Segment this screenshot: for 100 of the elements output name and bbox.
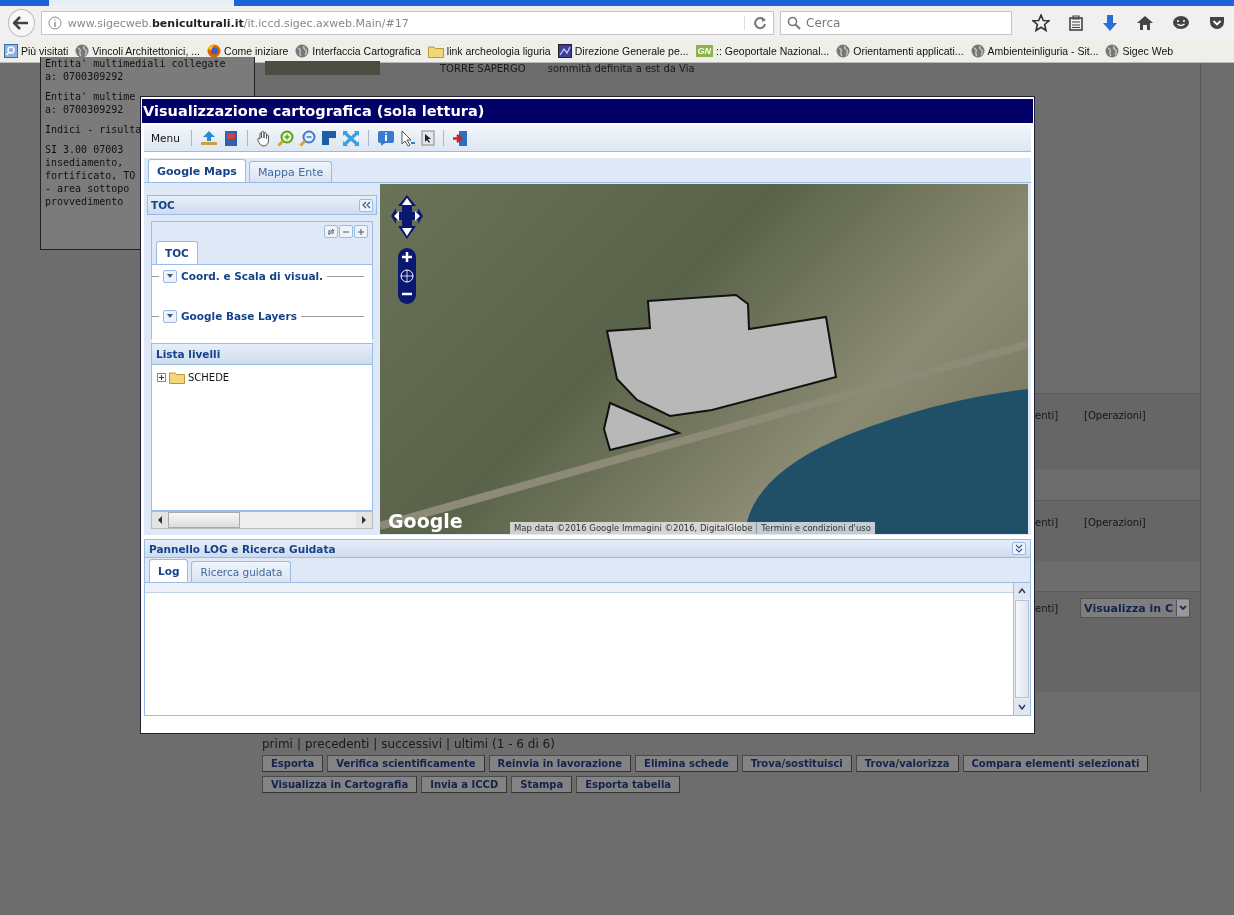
gn-badge: GN (695, 45, 714, 57)
expand-button[interactable] (1012, 542, 1026, 555)
download-icon[interactable] (1102, 14, 1118, 32)
search-icon (4, 44, 18, 58)
caret-icon (166, 313, 174, 319)
globe-icon (295, 44, 310, 58)
refresh-icon (327, 227, 335, 236)
extent-icon[interactable] (320, 130, 337, 146)
smiley-icon[interactable] (1172, 15, 1190, 31)
action-button[interactable]: Verifica scientificamente (327, 755, 485, 772)
action-button[interactable]: Compara elementi selezionati (962, 755, 1149, 772)
bookmark-item[interactable]: Più visitati (4, 44, 69, 58)
bookmark-item[interactable]: Vincoli Architettonici, ... (75, 44, 201, 58)
horizontal-scrollbar[interactable] (151, 511, 373, 529)
record-description: sommità definita a est da Via (547, 62, 695, 74)
search-field[interactable]: Cerca (780, 11, 1012, 35)
layer-item[interactable]: SCHEDE (157, 371, 367, 384)
cursor-icon[interactable] (420, 130, 435, 146)
action-button[interactable]: Esporta tabella (576, 776, 681, 793)
vertical-scrollbar[interactable] (1013, 583, 1030, 715)
search-icon (787, 16, 801, 30)
info-icon (47, 16, 62, 30)
info-text: insediamento, (45, 156, 124, 169)
plus-icon (357, 227, 365, 236)
book-icon[interactable] (222, 129, 239, 147)
log-tab[interactable]: Log (149, 559, 189, 582)
pointer-icon[interactable] (399, 129, 416, 147)
info-text: Indici - risulta (45, 123, 142, 136)
bookmark-item[interactable]: Interfaccia Cartografica (295, 44, 421, 58)
bookmark-item[interactable]: Ambienteinliguria - Sit... (970, 44, 1099, 58)
url-field[interactable]: www.sigecweb.beniculturali.it/it.iccd.sigec.axweb.Main/#17 (40, 11, 774, 35)
bookmark-item[interactable]: link archeologia liguria (427, 44, 551, 58)
bookmark-item[interactable]: Direzione Generale pe... (557, 44, 689, 58)
group-toggle[interactable] (163, 309, 177, 323)
panel-title: TOC (151, 199, 175, 211)
bookmark-item[interactable]: GN :: Geoportale Nazional... (695, 45, 830, 57)
panel-title: Pannello LOG e Ricerca Guidata (149, 542, 336, 555)
bookmark-item[interactable]: Orientamenti applicati... (836, 44, 964, 58)
double-chevron-down-icon (1015, 544, 1023, 553)
menu-button[interactable]: Menu (148, 132, 183, 144)
scroll-up-icon (1018, 588, 1026, 594)
reading-list-icon[interactable] (1068, 15, 1084, 31)
separator: | (373, 737, 378, 751)
info-text: SI 3.00 07003 (45, 143, 124, 156)
group-label: Google Base Layers (181, 310, 297, 322)
action-button[interactable]: Reinvia in lavorazione (488, 755, 632, 772)
reload-icon[interactable] (744, 16, 767, 30)
action-button[interactable]: Trova/valorizza (855, 755, 959, 772)
folder-icon (427, 44, 444, 58)
zoom-out-icon[interactable] (298, 129, 316, 147)
table-cell: enti] (1035, 517, 1059, 528)
action-button[interactable]: Trova/sostituisci (741, 755, 852, 772)
caret-icon (1176, 600, 1190, 616)
caret-icon (166, 273, 174, 279)
info-text: a: 0700309292 (45, 103, 124, 116)
map-tab[interactable]: Mappa Ente (248, 161, 333, 182)
scroll-left-icon (157, 516, 163, 524)
star-icon[interactable] (1032, 14, 1050, 32)
hand-icon[interactable] (255, 129, 272, 147)
attribution-text: Map data ©2016 Google Immagini ©2016, DigitalGlobe (510, 522, 758, 534)
exit-door-icon[interactable] (451, 129, 468, 147)
action-button[interactable]: Elimina schede (635, 755, 738, 772)
bookmark-item[interactable]: Come iniziare (207, 44, 289, 58)
table-cell: enti] (1035, 410, 1059, 421)
collapse-button[interactable] (359, 198, 373, 212)
firefox-icon (207, 44, 222, 58)
expander-icon[interactable] (157, 373, 166, 382)
separator: | (446, 737, 451, 751)
double-chevron-left-icon (361, 201, 371, 209)
separator: | (296, 737, 301, 751)
action-dropdown[interactable]: Visualizza in C (1080, 598, 1191, 618)
action-button[interactable]: Esporta (262, 755, 324, 772)
plus-button[interactable] (354, 225, 368, 238)
dialog-title: Visualizzazione cartografica (sola lettura) (142, 99, 1033, 123)
result-range: (1 - 6 di 6) (492, 737, 555, 751)
table-cell: [Operazioni] (1084, 517, 1146, 528)
log-tab[interactable]: Ricerca guidata (191, 561, 292, 582)
refresh-button[interactable] (324, 225, 338, 238)
info-icon[interactable] (376, 130, 395, 146)
action-button[interactable]: Stampa (511, 776, 573, 793)
bookmark-item[interactable]: Sigec Web (1105, 44, 1174, 58)
terms-link[interactable]: Termini e condizioni d'uso (757, 522, 875, 534)
globe-icon (970, 44, 985, 58)
expand-icon[interactable] (341, 129, 360, 147)
upload-icon[interactable] (199, 130, 218, 146)
picture-icon (557, 44, 572, 58)
map-tab[interactable]: Google Maps (148, 159, 246, 182)
pocket-icon[interactable] (1208, 15, 1226, 31)
group-label: Coord. e Scala di visual. (181, 270, 324, 282)
action-button[interactable]: Visualizza in Cartografia (262, 776, 418, 793)
back-button[interactable] (8, 9, 35, 37)
zoom-control-icon[interactable] (398, 248, 416, 304)
map-logo: Google (388, 510, 463, 532)
group-toggle[interactable] (163, 269, 177, 283)
home-icon[interactable] (1136, 15, 1154, 31)
info-text: provvedimento (45, 195, 124, 208)
toc-tab[interactable]: TOC (156, 241, 198, 264)
info-text: fortificato, TO (45, 169, 136, 182)
action-button[interactable]: Invia a ICCD (421, 776, 508, 793)
satellite-map-placeholder[interactable]: Google Map data ©2016 Google Immagini ©2016, DigitalGlobe Termini e condizioni d'uso (380, 184, 1028, 534)
